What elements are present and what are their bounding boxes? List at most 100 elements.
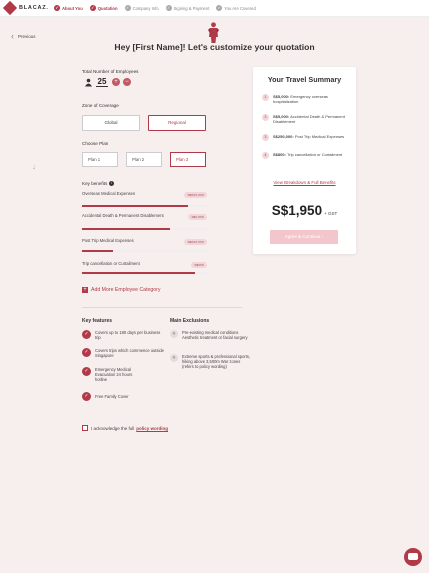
zone-option-regional[interactable]: Regional xyxy=(148,115,206,131)
feature-text: Covers up to 180 days per business trip xyxy=(95,330,161,341)
benefit-name: Post Trip Medical Expenses xyxy=(82,238,134,243)
summary-item-text: S$800: Trip cancellation or Curtailment xyxy=(273,152,348,159)
check-icon: ✓ xyxy=(82,348,91,357)
benefit-item: Post Trip Medical Expenses S$XXX,XXX xyxy=(82,238,207,252)
arrow-down-icon: ↓ xyxy=(32,162,36,171)
progress-steps: ✓ About You ✓ Quotation ✓ Company Info ✓… xyxy=(54,5,263,11)
benefit-slider[interactable] xyxy=(82,205,207,207)
summary-title: Your Travel Summary xyxy=(267,75,342,84)
price-suffix: + GST xyxy=(324,211,338,216)
previous-link[interactable]: ‹ Previous xyxy=(11,31,36,41)
exclusions-title: Main Exclusions xyxy=(170,318,210,324)
brand-name: BLACAZ. xyxy=(19,5,49,11)
section-divider xyxy=(82,307,242,308)
chat-button[interactable] xyxy=(404,548,422,566)
plan-label: Choose Plan xyxy=(82,141,109,146)
step-about-you[interactable]: ✓ About You xyxy=(54,5,83,11)
exclusion-item: ✕ Pre-existing medical conditions Aesthe… xyxy=(170,330,252,340)
check-icon: ✓ xyxy=(54,5,60,11)
benefits-heading: Key benefits i xyxy=(82,181,115,186)
benefit-name: Accidental Death & Permanent Disablement xyxy=(82,213,164,218)
price-value: S$1,950 xyxy=(271,203,323,218)
summary-item-number: 4 xyxy=(262,152,269,159)
people-icon xyxy=(85,78,92,86)
close-icon: ✕ xyxy=(170,330,178,338)
summary-item: 4 S$800: Trip cancellation or Curtailmen… xyxy=(262,152,348,159)
benefit-slider-fill xyxy=(82,250,114,252)
benefits-label: Key benefits xyxy=(82,181,108,186)
summary-item-number: 2 xyxy=(262,114,269,121)
step-signing-payment[interactable]: ✓ Signing & Payment xyxy=(165,5,210,11)
employee-count-value[interactable]: 25 xyxy=(96,77,108,87)
feature-item: ✓ Free Family Cover xyxy=(82,392,165,401)
circle-icon: ✓ xyxy=(165,5,172,11)
benefit-slider-fill xyxy=(82,228,170,230)
feature-text: Free Family Cover xyxy=(95,394,129,399)
brand-logo[interactable]: BLACAZ. xyxy=(2,0,49,16)
circle-icon: ✓ xyxy=(124,5,131,11)
summary-item-number: 3 xyxy=(262,134,269,141)
benefit-name: Overseas Medical Expenses xyxy=(82,191,136,196)
check-icon: ✓ xyxy=(82,392,91,401)
check-icon: ✓ xyxy=(82,367,91,376)
feature-item: ✓ Emergency Medical Evacuation 24 hours … xyxy=(82,367,145,383)
summary-item: 1 S$5,000: Emergency overseas hospitaliz… xyxy=(262,94,348,104)
page-title: Hey [First Name]! Let's customize your q… xyxy=(114,42,315,52)
employees-label: Total Number of Employees xyxy=(82,69,139,74)
chevron-left-icon: ‹ xyxy=(11,31,14,41)
view-breakdown-link[interactable]: View Breakdown & Full Benefits xyxy=(253,180,356,185)
step-you-are-covered[interactable]: ✓ You Are Covered xyxy=(216,5,256,11)
feature-item: ✓ Covers trips which commence outside Si… xyxy=(82,348,165,358)
summary-item: 3 S$250,000: Post Trip Medical Expenses xyxy=(262,134,348,141)
travel-summary-card: Your Travel Summary 1 S$5,000: Emergency… xyxy=(253,67,356,254)
check-icon: ✓ xyxy=(89,5,96,11)
step-quotation[interactable]: ✓ Quotation xyxy=(89,5,118,11)
summary-desc: Post Trip Medical Expenses xyxy=(294,134,345,139)
benefit-slider[interactable] xyxy=(82,272,207,274)
close-icon: ✕ xyxy=(170,354,178,362)
benefit-amount-badge: S$X,XXX xyxy=(188,214,207,220)
summary-amount: S$250,000: xyxy=(273,134,294,139)
chevron-right-icon: › xyxy=(321,234,324,239)
benefit-slider-fill xyxy=(82,205,189,207)
summary-item: 2 S$5,000: Accidental Death & Permanent … xyxy=(262,114,348,124)
summary-item-text: S$250,000: Post Trip Medical Expenses xyxy=(273,134,348,141)
step-label: About You xyxy=(62,5,83,11)
summary-item-number: 1 xyxy=(262,94,269,101)
plan-option-1[interactable]: Plan 1 xyxy=(82,152,118,167)
info-icon[interactable]: i xyxy=(109,181,115,186)
minus-icon[interactable]: − xyxy=(123,78,131,86)
benefit-item: Overseas Medical Expenses S$XXX,XXX xyxy=(82,191,207,207)
benefit-slider[interactable] xyxy=(82,228,207,230)
previous-label: Previous xyxy=(18,33,36,39)
plus-icon[interactable]: + xyxy=(112,78,120,86)
feature-item: ✓ Covers up to 180 days per business tri… xyxy=(82,330,165,340)
logo-mark-icon xyxy=(2,0,18,16)
acknowledge-checkbox[interactable] xyxy=(82,425,88,431)
plan-option-3[interactable]: Plan 3 xyxy=(170,152,206,167)
exclusion-item: ✕ Extreme sports & professional sports, … xyxy=(170,354,252,370)
top-navigation-bar: BLACAZ. ✓ About You ✓ Quotation ✓ Compan… xyxy=(0,0,429,17)
step-label: Signing & Payment xyxy=(173,5,210,11)
benefit-slider-fill xyxy=(82,272,195,274)
policy-wording-link[interactable]: policy wording xyxy=(136,426,168,431)
plan-option-2[interactable]: Plan 2 xyxy=(126,152,162,167)
step-company-info[interactable]: ✓ Company Info xyxy=(124,5,159,11)
summary-amount: S$800: xyxy=(273,152,286,157)
benefit-amount-badge: S$XXX,XXX xyxy=(184,239,207,245)
benefit-item: Trip cancellation or Curtailment S$XXX xyxy=(82,261,207,274)
chat-icon xyxy=(408,553,418,560)
benefit-item: Accidental Death & Permanent Disablement… xyxy=(82,213,207,230)
add-employee-category-button[interactable]: + Add More Employee Category xyxy=(82,287,161,293)
person-illustration-icon xyxy=(208,22,219,43)
step-label: Quotation xyxy=(97,5,118,11)
step-label: You Are Covered xyxy=(224,5,256,11)
add-category-label: Add More Employee Category xyxy=(91,287,161,293)
feature-text: Covers trips which commence outside Sing… xyxy=(95,348,164,359)
agree-continue-button[interactable]: Agree & Continue › xyxy=(270,230,338,244)
key-features-title: Key features xyxy=(82,318,113,324)
circle-icon: ✓ xyxy=(216,5,223,11)
plus-icon: + xyxy=(82,287,88,293)
benefit-slider[interactable] xyxy=(82,250,207,252)
zone-option-global[interactable]: Global xyxy=(82,115,140,131)
